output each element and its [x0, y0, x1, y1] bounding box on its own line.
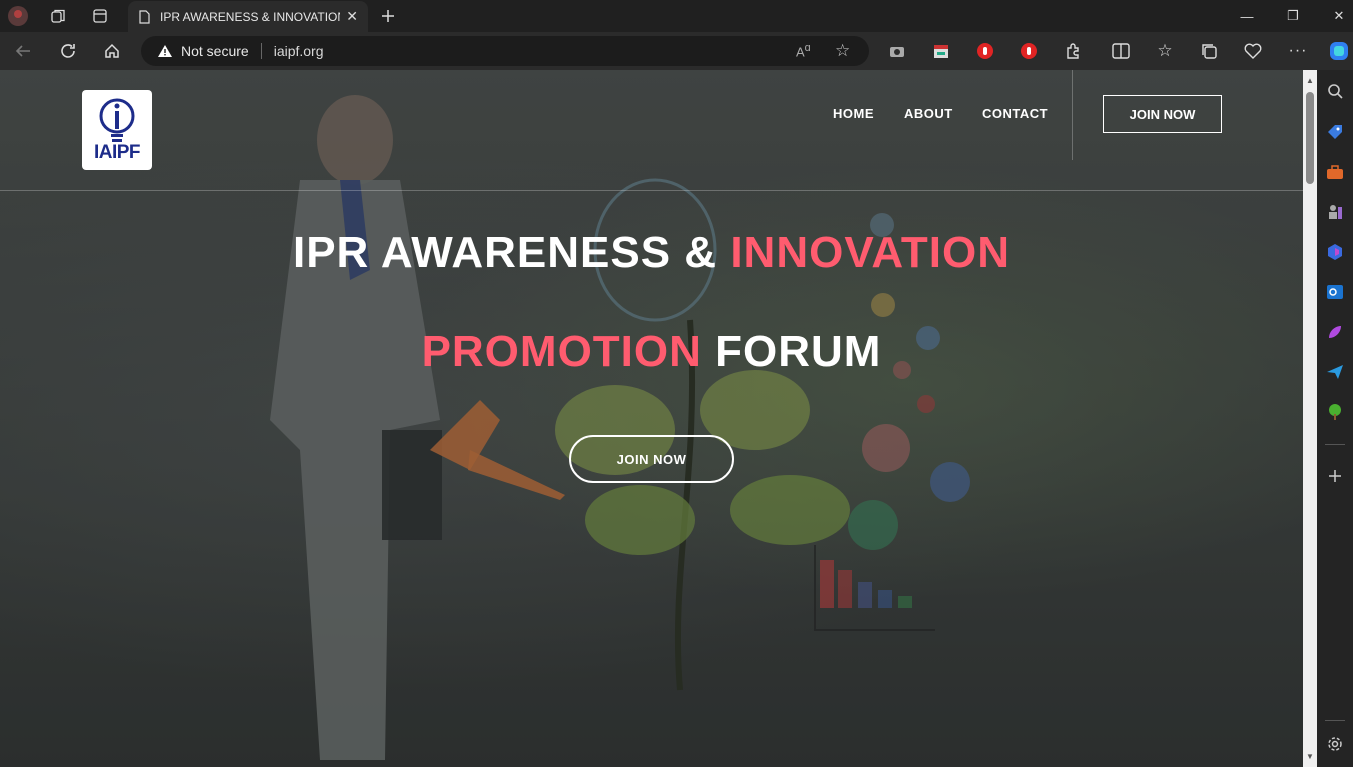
bulb-logo-icon [99, 98, 135, 142]
add-icon[interactable] [1325, 466, 1345, 486]
warning-icon [158, 45, 172, 57]
read-aloud-icon[interactable]: Aɑ [796, 42, 811, 59]
profile-avatar-icon[interactable] [6, 4, 30, 28]
back-icon[interactable] [10, 39, 36, 63]
tab-title: IPR AWARENESS & INNOVATION [160, 9, 340, 24]
hero-title-white-1: IPR AWARENESS & [292, 228, 731, 277]
scrollbar-thumb[interactable] [1306, 92, 1314, 184]
edge-sidebar [1317, 70, 1353, 767]
favorite-star-icon[interactable]: ☆ [835, 41, 850, 61]
header-divider [0, 190, 1303, 191]
workspaces-icon[interactable] [48, 6, 68, 26]
tree-icon[interactable] [1325, 402, 1345, 422]
camera-extension-icon[interactable] [887, 41, 907, 61]
hero-title-accent-1: INNOVATION [730, 228, 1011, 277]
copilot-sidebar-icon[interactable] [1325, 242, 1345, 262]
stop-extension-icon[interactable] [975, 41, 995, 61]
performance-icon[interactable] [1243, 41, 1263, 61]
hero-title-accent-2: PROMOTION [421, 327, 702, 376]
hero-title-line-2: PROMOTION FORUM [0, 327, 1303, 377]
restore-icon[interactable]: ❐ [1270, 0, 1316, 32]
settings-icon[interactable] [1325, 734, 1345, 754]
toolbox-icon[interactable] [1325, 162, 1345, 182]
tag-icon[interactable] [1325, 122, 1345, 142]
copilot-icon[interactable] [1327, 39, 1351, 63]
scroll-up-icon[interactable]: ▲ [1306, 76, 1314, 85]
new-tab-icon[interactable] [378, 6, 398, 26]
favorites-icon[interactable]: ☆ [1155, 41, 1175, 61]
nav-divider [1072, 70, 1073, 160]
tab-bar: IPR AWARENESS & INNOVATION ✕ — ❐ ✕ [0, 0, 1353, 32]
collections-icon[interactable] [1199, 41, 1219, 61]
close-window-icon[interactable]: ✕ [1316, 0, 1353, 32]
divider [260, 43, 262, 59]
address-toolbar: Not secure iaipf.org Aɑ ☆ ☆ ··· [0, 32, 1353, 70]
close-tab-icon[interactable]: ✕ [346, 8, 358, 25]
hero-title-line-1: IPR AWARENESS & INNOVATION [0, 228, 1303, 278]
page-scrollbar[interactable]: ▲ ▼ [1303, 70, 1317, 767]
split-screen-icon[interactable] [1111, 41, 1131, 61]
tab-actions-icon[interactable] [90, 6, 110, 26]
header-join-button[interactable]: JOIN NOW [1103, 95, 1222, 133]
nav-contact-link[interactable]: CONTACT [982, 106, 1048, 121]
designer-icon[interactable] [1325, 322, 1345, 342]
hero-title-white-2: FORUM [701, 327, 882, 376]
send-icon[interactable] [1325, 362, 1345, 382]
sidebar-divider [1325, 444, 1345, 445]
url-text[interactable]: iaipf.org [274, 43, 324, 59]
address-bar[interactable]: Not secure iaipf.org Aɑ ☆ [141, 36, 869, 66]
logo-text: IAIPF [93, 142, 141, 163]
nav-about-link[interactable]: ABOUT [904, 106, 953, 121]
more-options-icon[interactable]: ··· [1288, 41, 1308, 61]
hero-background-image [0, 70, 1303, 767]
hero-join-button[interactable]: JOIN NOW [569, 435, 734, 483]
site-logo[interactable]: IAIPF [82, 90, 152, 170]
page-icon [139, 9, 150, 24]
adblock-extension-icon[interactable] [1019, 41, 1039, 61]
minimize-icon[interactable]: — [1224, 0, 1270, 32]
sidebar-divider [1325, 720, 1345, 721]
refresh-icon[interactable] [55, 39, 81, 63]
calendar-extension-icon[interactable] [931, 41, 951, 61]
active-tab[interactable]: IPR AWARENESS & INNOVATION ✕ [128, 1, 368, 32]
scroll-down-icon[interactable]: ▼ [1306, 752, 1314, 761]
outlook-icon[interactable] [1325, 282, 1345, 302]
chess-icon[interactable] [1325, 202, 1345, 222]
nav-home-link[interactable]: HOME [833, 106, 874, 121]
home-icon[interactable] [99, 39, 125, 63]
search-icon[interactable] [1325, 81, 1345, 101]
security-label[interactable]: Not secure [181, 43, 249, 59]
extensions-icon[interactable] [1063, 41, 1083, 61]
web-page: IAIPF HOME ABOUT CONTACT JOIN NOW IPR AW… [0, 70, 1303, 767]
